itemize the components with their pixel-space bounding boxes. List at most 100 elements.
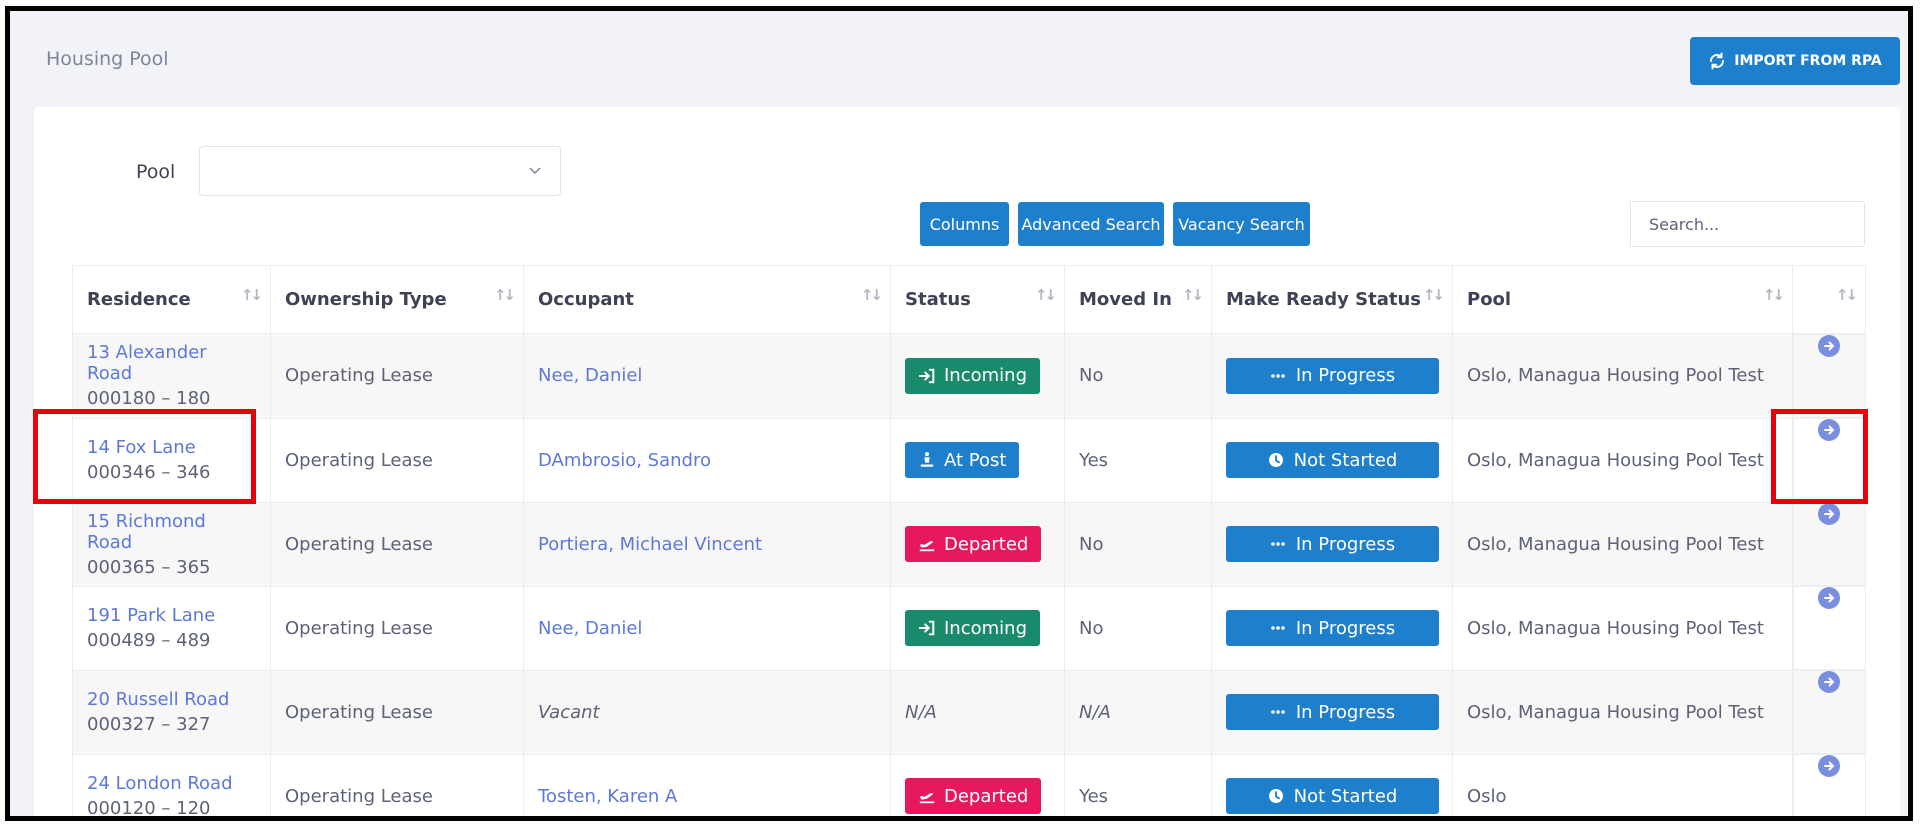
occupant-link[interactable]: Nee, Daniel [538,618,642,639]
make-ready-status-button[interactable]: Not Started [1226,778,1439,814]
residence-code: 000489 – 489 [87,630,211,651]
moved-in: No [1064,585,1212,671]
ellipsis-icon [1271,626,1285,630]
table-row: 24 London Road 000120 – 120 Operating Lea… [72,753,1866,819]
chevron-down-icon [529,167,541,175]
sort-icon[interactable]: ↑↓ [494,286,516,304]
arrow-circle-right-icon[interactable] [1818,671,1841,693]
status-badge: Incoming [905,610,1040,646]
plane-departure-icon [919,541,935,552]
make-ready-status-button[interactable]: In Progress [1226,357,1439,394]
status-na: N/A [890,669,1065,755]
highlight-box-residence [33,409,256,504]
page-title: Housing Pool [46,48,169,70]
import-label: IMPORT FROM RPA [1734,53,1882,69]
search-input[interactable] [1630,201,1865,247]
table-row: 20 Russell Road 000327 – 327 Operating Le… [72,669,1866,755]
highlight-box-arrow [1771,409,1868,504]
moved-in: Yes [1064,417,1212,503]
arrow-circle-right-icon[interactable] [1818,587,1841,609]
arrow-circle-right-icon[interactable] [1818,755,1841,777]
moved-in: No [1064,333,1212,419]
pool-value: Oslo, Managua Housing Pool Test [1452,333,1793,419]
residence-link[interactable]: 20 Russell Road [87,689,256,710]
column-header-residence[interactable]: Residence ↑↓ [72,265,271,334]
column-header-status[interactable]: Status ↑↓ [890,265,1065,334]
occupant-link[interactable]: Nee, Daniel [538,365,642,386]
ellipsis-icon [1271,542,1285,546]
status-badge: Departed [905,526,1042,562]
sort-icon[interactable]: ↑↓ [1423,286,1445,304]
sort-icon[interactable]: ↑↓ [241,286,263,304]
housing-pool-card: Pool Columns Advanced Search Vacancy Sea… [34,107,1900,819]
pool-value: Oslo, Managua Housing Pool Test [1452,417,1793,503]
column-header-occupant[interactable]: Occupant ↑↓ [523,265,891,334]
ownership-type: Operating Lease [270,669,524,755]
arrow-circle-right-icon[interactable] [1818,335,1841,357]
sort-icon[interactable]: ↑↓ [1035,286,1057,304]
column-header-ownership-type[interactable]: Ownership Type ↑↓ [270,265,524,334]
vacancy-search-button[interactable]: Vacancy Search [1173,202,1310,246]
make-ready-status-button[interactable]: Not Started [1226,442,1439,478]
clock-icon [1268,789,1283,803]
table-row: 191 Park Lane 000489 – 489 Operating Leas… [72,585,1866,671]
pool-value: Oslo [1452,753,1793,816]
pool-value: Oslo, Managua Housing Pool Test [1452,585,1793,671]
residence-code: 000180 – 180 [87,388,211,410]
sign-in-icon [918,620,935,636]
occupant-link[interactable]: DAmbrosio, Sandro [538,450,711,471]
residence-code: 000365 – 365 [87,556,211,578]
sort-icon[interactable]: ↑↓ [861,286,883,304]
pool-value: Oslo, Managua Housing Pool Test [1452,501,1793,587]
ownership-type: Operating Lease [270,585,524,671]
import-from-rpa-button[interactable]: IMPORT FROM RPA [1690,37,1900,85]
column-header-make-ready-status[interactable]: Make Ready Status ↑↓ [1211,265,1453,334]
refresh-icon [1710,52,1725,70]
occupant-link[interactable]: Tosten, Karen A [538,786,677,807]
residence-link[interactable]: 191 Park Lane [87,605,256,626]
residence-link[interactable]: 13 Alexander Road [87,342,256,384]
columns-button[interactable]: Columns [920,202,1009,246]
residence-code: 000120 – 120 [87,798,211,819]
ownership-type: Operating Lease [270,333,524,419]
arrow-circle-right-icon[interactable] [1818,503,1841,525]
make-ready-status-button[interactable]: In Progress [1226,694,1439,730]
ellipsis-icon [1271,710,1285,714]
residence-code: 000327 – 327 [87,714,211,735]
occupant-vacant: Vacant [523,669,891,755]
sort-icon[interactable]: ↑↓ [1763,286,1785,304]
moved-in: No [1064,501,1212,587]
table-row: 15 Richmond Road 000365 – 365 Operating L… [72,501,1866,587]
column-header-moved-in[interactable]: Moved In ↑↓ [1064,265,1212,334]
moved-in: N/A [1064,669,1212,755]
person-at-post-icon [920,452,934,467]
ownership-type: Operating Lease [270,753,524,816]
ownership-type: Operating Lease [270,501,524,587]
app-frame: Housing Pool IMPORT FROM RPA Pool Column… [5,6,1913,821]
table-row: 13 Alexander Road 000180 – 180 Operating … [72,333,1866,419]
column-header-actions[interactable]: ↑↓ [1792,265,1866,334]
clock-icon [1268,453,1283,467]
pool-value: Oslo, Managua Housing Pool Test [1452,669,1793,755]
ownership-type: Operating Lease [270,417,524,503]
sign-in-icon [918,368,935,384]
make-ready-status-button[interactable]: In Progress [1226,610,1439,646]
status-badge: Incoming [905,357,1040,394]
table-header-row: Residence ↑↓ Ownership Type ↑↓ Occupant ↑↓ … [72,265,1866,334]
sort-icon[interactable]: ↑↓ [1836,286,1858,304]
residence-link[interactable]: 15 Richmond Road [87,511,256,553]
table-row: 14 Fox Lane 000346 – 346 Operating Lease … [72,417,1866,503]
pool-select[interactable] [199,146,561,196]
moved-in: Yes [1064,753,1212,816]
ellipsis-icon [1271,373,1285,378]
column-header-pool[interactable]: Pool ↑↓ [1452,265,1793,334]
plane-departure-icon [919,793,935,804]
sort-icon[interactable]: ↑↓ [1182,286,1204,304]
occupant-link[interactable]: Portiera, Michael Vincent [538,534,762,555]
advanced-search-button[interactable]: Advanced Search [1018,202,1164,246]
status-badge: At Post [905,442,1020,478]
residence-link[interactable]: 24 London Road [87,773,256,794]
make-ready-status-button[interactable]: In Progress [1226,526,1439,562]
housing-table: Residence ↑↓ Ownership Type ↑↓ Occupant ↑↓ … [72,265,1866,819]
pool-filter-label: Pool [136,161,176,183]
